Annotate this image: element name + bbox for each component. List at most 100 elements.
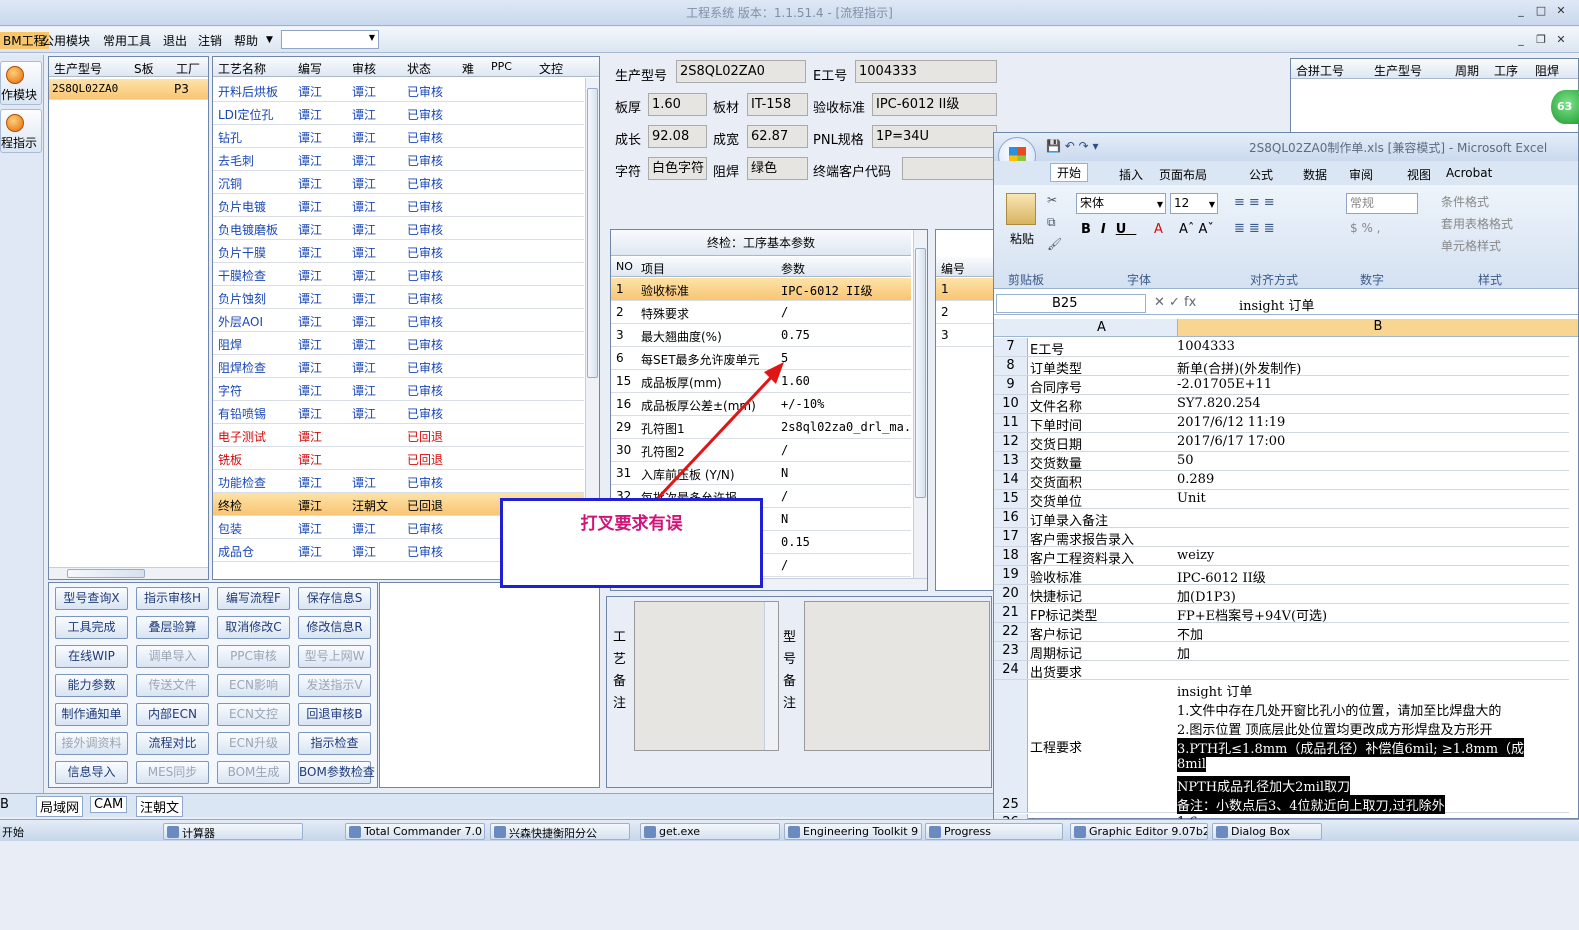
- action-button[interactable]: 制作通知单: [55, 703, 128, 726]
- process-row[interactable]: 电子测试 谭江 已回退: [213, 424, 584, 447]
- start-button[interactable]: 开始: [2, 824, 24, 840]
- ribbon-tab[interactable]: 数据: [1303, 166, 1327, 183]
- font-name-combo[interactable]: 宋体 ▼: [1076, 193, 1166, 214]
- process-row[interactable]: 负片干膜 谭江 谭江 已审核: [213, 240, 584, 263]
- ribbon-tab[interactable]: 视图: [1407, 166, 1431, 183]
- sheet-row[interactable]: 10 文件名称 SY7.820.254: [994, 395, 1569, 415]
- sheet-row[interactable]: 17 客户需求报告录入: [994, 528, 1569, 548]
- taskbar-item[interactable]: 兴森快捷衡阳分公: [490, 823, 630, 840]
- process-row[interactable]: 去毛刺 谭江 谭江 已审核: [213, 148, 584, 171]
- model-notes-textarea[interactable]: [804, 601, 990, 751]
- serial-row[interactable]: 1: [936, 278, 994, 301]
- ribbon-tab[interactable]: 审阅: [1349, 166, 1373, 183]
- ribbon-tab[interactable]: 公式: [1249, 166, 1273, 183]
- action-button[interactable]: 接外调资料: [55, 732, 128, 755]
- customer-code-field[interactable]: [902, 157, 997, 180]
- minimize-button[interactable]: _: [1513, 3, 1529, 19]
- thickness-field[interactable]: 1.60: [648, 93, 707, 116]
- sheet-row-25[interactable]: 25 工程要求 insight 订单 1.文件中存在几处开窗比孔小的位置，请加至比焊盘…: [994, 680, 1569, 814]
- process-row[interactable]: 负电镀磨板 谭江 谭江 已审核: [213, 217, 584, 240]
- sheet-row[interactable]: 7 E工号 1004333: [994, 338, 1569, 358]
- action-button[interactable]: 指示审核H: [136, 587, 209, 610]
- menubar-combo[interactable]: ▼: [281, 30, 379, 49]
- module-button[interactable]: 作模块: [0, 61, 42, 105]
- action-button[interactable]: 取消修改C: [217, 616, 290, 639]
- process-row[interactable]: 功能检查 谭江 谭江 已审核: [213, 470, 584, 493]
- ribbon-tab[interactable]: 插入: [1119, 166, 1143, 183]
- process-vscroll[interactable]: [585, 78, 599, 567]
- action-button[interactable]: 发送指示V: [298, 674, 371, 697]
- action-button[interactable]: 叠层验算: [136, 616, 209, 639]
- sheet-row[interactable]: 21 FP标记类型 FP+E档案号+94V(可选): [994, 604, 1569, 624]
- format-painter-icon[interactable]: 🖌: [1047, 237, 1062, 251]
- action-button[interactable]: 指示检查: [298, 732, 371, 755]
- action-button[interactable]: 能力参数: [55, 674, 128, 697]
- status-tab-user[interactable]: 汪朝文: [136, 796, 184, 817]
- ribbon-tab[interactable]: 页面布局: [1159, 166, 1207, 183]
- taskbar-item[interactable]: Dialog Box: [1212, 823, 1322, 840]
- serial-row[interactable]: 3: [936, 324, 994, 347]
- process-row[interactable]: 字符 谭江 谭江 已审核: [213, 378, 584, 401]
- material-field[interactable]: IT-158: [747, 93, 808, 116]
- process-row[interactable]: 负片电镀 谭江 谭江 已审核: [213, 194, 584, 217]
- action-button[interactable]: 在线WIP: [55, 645, 128, 668]
- action-button[interactable]: 回退审核B: [298, 703, 371, 726]
- mask-field[interactable]: 绿色: [747, 157, 808, 180]
- sheet-row[interactable]: 9 合同序号 -2.01705E+11: [994, 376, 1569, 396]
- maximize-button[interactable]: □: [1533, 3, 1549, 19]
- mdi-close-button[interactable]: ✕: [1553, 32, 1569, 48]
- action-button[interactable]: 流程对比: [136, 732, 209, 755]
- action-button[interactable]: 信息导入: [55, 761, 128, 784]
- close-button[interactable]: ✕: [1553, 3, 1569, 19]
- align-icons[interactable]: ≡≡≡: [1234, 195, 1279, 210]
- process-notes-textarea[interactable]: [634, 601, 779, 751]
- ribbon-tab[interactable]: 开始: [1050, 163, 1089, 182]
- paste-icon[interactable]: [1006, 193, 1036, 225]
- param-row[interactable]: 1 验收标准 IPC-6012 II级: [611, 278, 911, 301]
- param-row[interactable]: 2 特殊要求 /: [611, 301, 911, 324]
- process-row[interactable]: 沉铜 谭江 谭江 已审核: [213, 171, 584, 194]
- action-button[interactable]: BOM参数检查: [298, 761, 375, 784]
- formula-icons[interactable]: ✕ ✓ fx: [1154, 295, 1196, 310]
- standard-field[interactable]: IPC-6012 II级: [872, 93, 997, 116]
- action-button[interactable]: ECN文控: [217, 703, 290, 726]
- scroll-thumb[interactable]: [587, 88, 598, 378]
- action-button[interactable]: 传送文件: [136, 674, 209, 697]
- length-field[interactable]: 92.08: [648, 125, 707, 148]
- paste-label[interactable]: 粘贴: [1010, 230, 1034, 247]
- process-row[interactable]: 铣板 谭江 已回退: [213, 447, 584, 470]
- mdi-restore-button[interactable]: ❐: [1533, 32, 1549, 48]
- status-tab-cam[interactable]: CAM: [90, 796, 128, 813]
- name-box[interactable]: B25: [996, 294, 1146, 313]
- menu-help[interactable]: 帮助: [234, 32, 258, 49]
- notes-vscroll[interactable]: [764, 602, 778, 750]
- mdi-minimize-button[interactable]: _: [1513, 32, 1529, 48]
- process-row[interactable]: 阻焊检查 谭江 谭江 已审核: [213, 355, 584, 378]
- conditional-format-button[interactable]: 条件格式: [1441, 193, 1489, 210]
- process-row[interactable]: 干膜检查 谭江 谭江 已审核: [213, 263, 584, 286]
- column-b[interactable]: B: [1177, 319, 1578, 336]
- action-button[interactable]: MES同步: [136, 761, 209, 784]
- process-row[interactable]: 外层AOI 谭江 谭江 已审核: [213, 309, 584, 332]
- ribbon-tab[interactable]: Acrobat: [1446, 166, 1492, 180]
- pnl-field[interactable]: 1P=34U: [872, 125, 997, 148]
- table-format-button[interactable]: 套用表格格式: [1441, 215, 1513, 232]
- process-row[interactable]: 钻孔 谭江 谭江 已审核: [213, 125, 584, 148]
- status-tab[interactable]: B: [0, 797, 9, 812]
- font-size-combo[interactable]: 12 ▼: [1170, 193, 1218, 214]
- taskbar-item[interactable]: Engineering Toolkit 9: [784, 823, 922, 840]
- sheet-row[interactable]: 11 下单时间 2017/6/12 11:19: [994, 414, 1569, 434]
- column-a[interactable]: A: [1097, 320, 1106, 335]
- process-row[interactable]: 阻焊 谭江 谭江 已审核: [213, 332, 584, 355]
- sheet-row[interactable]: 13 交货数量 50: [994, 452, 1569, 472]
- model-list-hscroll[interactable]: [49, 567, 208, 579]
- width-field[interactable]: 62.87: [747, 125, 808, 148]
- help-dropdown-icon[interactable]: ▼: [266, 35, 273, 45]
- action-button[interactable]: 工具完成: [55, 616, 128, 639]
- eno-field[interactable]: 1004333: [855, 60, 997, 83]
- process-row[interactable]: LDI定位孔 谭江 谭江 已审核: [213, 102, 584, 125]
- align-horizontal-icons[interactable]: ≣≣≣: [1234, 221, 1279, 236]
- copy-icon[interactable]: ⧉: [1047, 215, 1056, 230]
- sheet-row[interactable]: 19 验收标准 IPC-6012 II级: [994, 566, 1569, 586]
- quick-access-toolbar[interactable]: 💾 ↶ ↷ ▾: [1046, 139, 1099, 153]
